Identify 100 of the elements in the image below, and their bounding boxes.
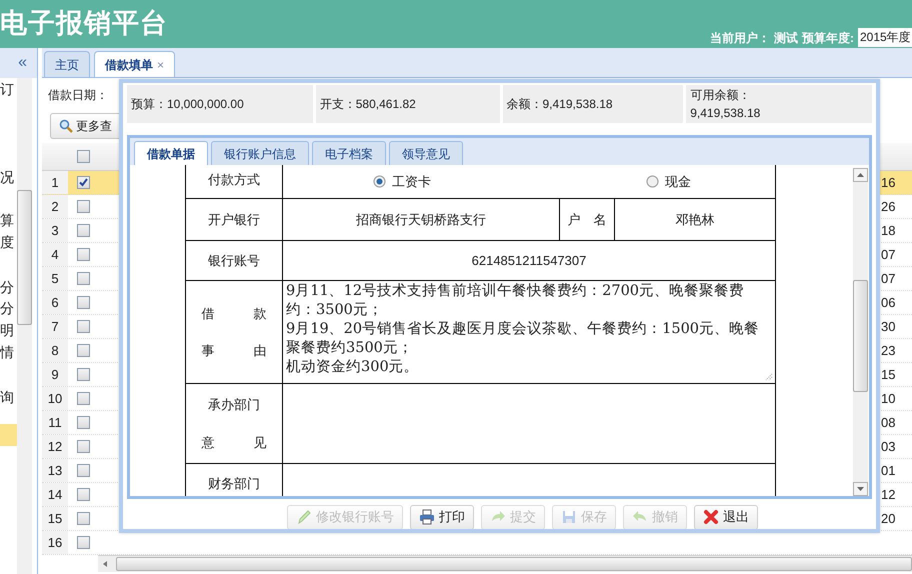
resize-grip-icon [765,373,773,381]
checkbox[interactable] [76,344,90,357]
sidebar-item[interactable]: 度 [0,231,17,253]
checkbox[interactable] [76,392,90,405]
checkbox[interactable] [76,536,90,549]
table-cell-text: 20 [880,510,896,528]
user-label: 当前用户： [710,30,770,46]
table-cell-text: 30 [880,318,896,336]
tab[interactable]: 主页 [44,51,90,77]
sidebar-item[interactable]: 分 [0,276,17,298]
scroll-thumb[interactable] [853,280,868,392]
table-cell-text: 18 [880,222,896,240]
field-label: 预算： [131,96,167,113]
row-number: 9 [42,363,68,386]
checkbox[interactable] [76,248,90,261]
row-number: 13 [42,459,68,482]
sidebar-item[interactable]: 分 [0,297,17,319]
button[interactable]: 打印 [410,504,474,529]
row-number: 15 [42,507,68,530]
user-name: 测试 [774,30,798,46]
checkbox[interactable] [76,464,90,477]
text-area[interactable]: 9月11、12号技术支持售前培训午餐快餐费约：2700元、晚餐聚餐费约：3500元； 9月19、20号销售省长及趣医月度会议茶歇、午餐费约：1500元、晚餐聚餐费约3500元； 机动资金约300元。 [283,281,775,383]
close-icon [703,509,719,525]
checkbox[interactable] [76,200,90,213]
table-cell-text: 08 [880,414,896,432]
field-value: 邓艳林 [674,210,716,229]
checkbox[interactable] [76,224,90,237]
row-number: 12 [42,435,68,458]
row-number: 11 [42,411,68,434]
scroll-thumb[interactable] [116,557,912,571]
radio-option[interactable]: 现金 [646,172,691,192]
collapse-button[interactable]: « [18,55,27,71]
tab[interactable]: 银行账户信息 [211,141,309,165]
sidebar-item[interactable]: 订 [0,78,17,100]
year-select[interactable]: 2015年度 [858,28,912,47]
field-label: 可用余额： [690,87,750,104]
checkbox[interactable] [76,176,90,189]
sidebar-item[interactable]: 情 [0,341,17,363]
scroll-thumb[interactable] [17,190,32,325]
table-cell-text: 12 [880,486,896,504]
table-cell-text: 01 [880,462,896,480]
pencil-icon [296,509,312,525]
tab[interactable]: 借款单据 [134,141,208,165]
text-line: 机动资金约300元。 [286,358,420,377]
field-label: 户 名 [560,199,615,240]
row-number: 6 [42,291,68,314]
field-label: 财务部门 [208,474,260,493]
field-label: 借 款 [202,304,266,322]
row-number: 7 [42,315,68,338]
scrollbar[interactable] [853,168,868,496]
checkbox[interactable] [76,150,90,163]
field-value: 6214851211547307 [470,252,588,270]
search-icon [59,119,73,133]
date-label: 借款日期： [48,87,108,104]
tab[interactable]: 借款填单 × [94,51,176,77]
table-cell-text: 06 [880,294,896,312]
table-cell-text: 26 [880,198,896,216]
tab[interactable]: 电子档案 [312,141,386,165]
sidebar-item[interactable]: 询 [0,386,17,408]
checkbox[interactable] [76,368,90,381]
year-label: 预算年度: [802,30,854,46]
radio-icon [373,175,386,188]
sidebar-item[interactable]: 算 [0,209,17,231]
field-label: 承办部门 [208,396,260,414]
field-label: 付款方式 [208,170,260,189]
row-number: 14 [42,483,68,506]
field-value: 10,000,000.00 [167,96,244,113]
tab[interactable]: 领导意见 [389,141,463,165]
checkbox[interactable] [76,272,90,285]
checkbox[interactable] [76,416,90,429]
printer-icon [419,509,435,525]
scrollbar[interactable] [17,78,32,574]
row-number: 5 [42,267,68,290]
field-label: 事 由 [202,342,266,360]
row-number: 2 [42,195,68,218]
row-number: 4 [42,243,68,266]
field-value: 招商银行天钥桥路支行 [283,199,560,240]
button[interactable]: 退出 [694,504,758,529]
checkbox[interactable] [76,512,90,525]
row-number: 8 [42,339,68,362]
table-cell-text: 10 [880,390,896,408]
radio-option[interactable]: 工资卡 [373,172,431,192]
sidebar-item[interactable]: 明 [0,319,17,341]
field-value: 9,419,538.18 [542,96,613,113]
field-value: 580,461.82 [356,96,416,113]
scrollbar[interactable] [98,555,912,572]
field-label: 银行账号 [208,252,260,270]
field-label: 开支： [320,96,356,113]
row-number: 3 [42,219,68,242]
checkbox[interactable] [76,488,90,501]
table-cell-text: 16 [880,174,896,192]
text-line: 9月11、12号技术支持售前培训午餐快餐费约：2700元、晚餐聚餐费约：3500元； [286,282,746,320]
field-label: 余额： [506,96,542,113]
field-label: 开户银行 [208,210,260,229]
sidebar-item[interactable]: 况 [0,166,17,188]
checkbox[interactable] [76,440,90,453]
table-cell-text: 23 [880,342,896,360]
table-cell-text: 03 [880,438,896,456]
checkbox[interactable] [76,296,90,309]
checkbox[interactable] [76,320,90,333]
